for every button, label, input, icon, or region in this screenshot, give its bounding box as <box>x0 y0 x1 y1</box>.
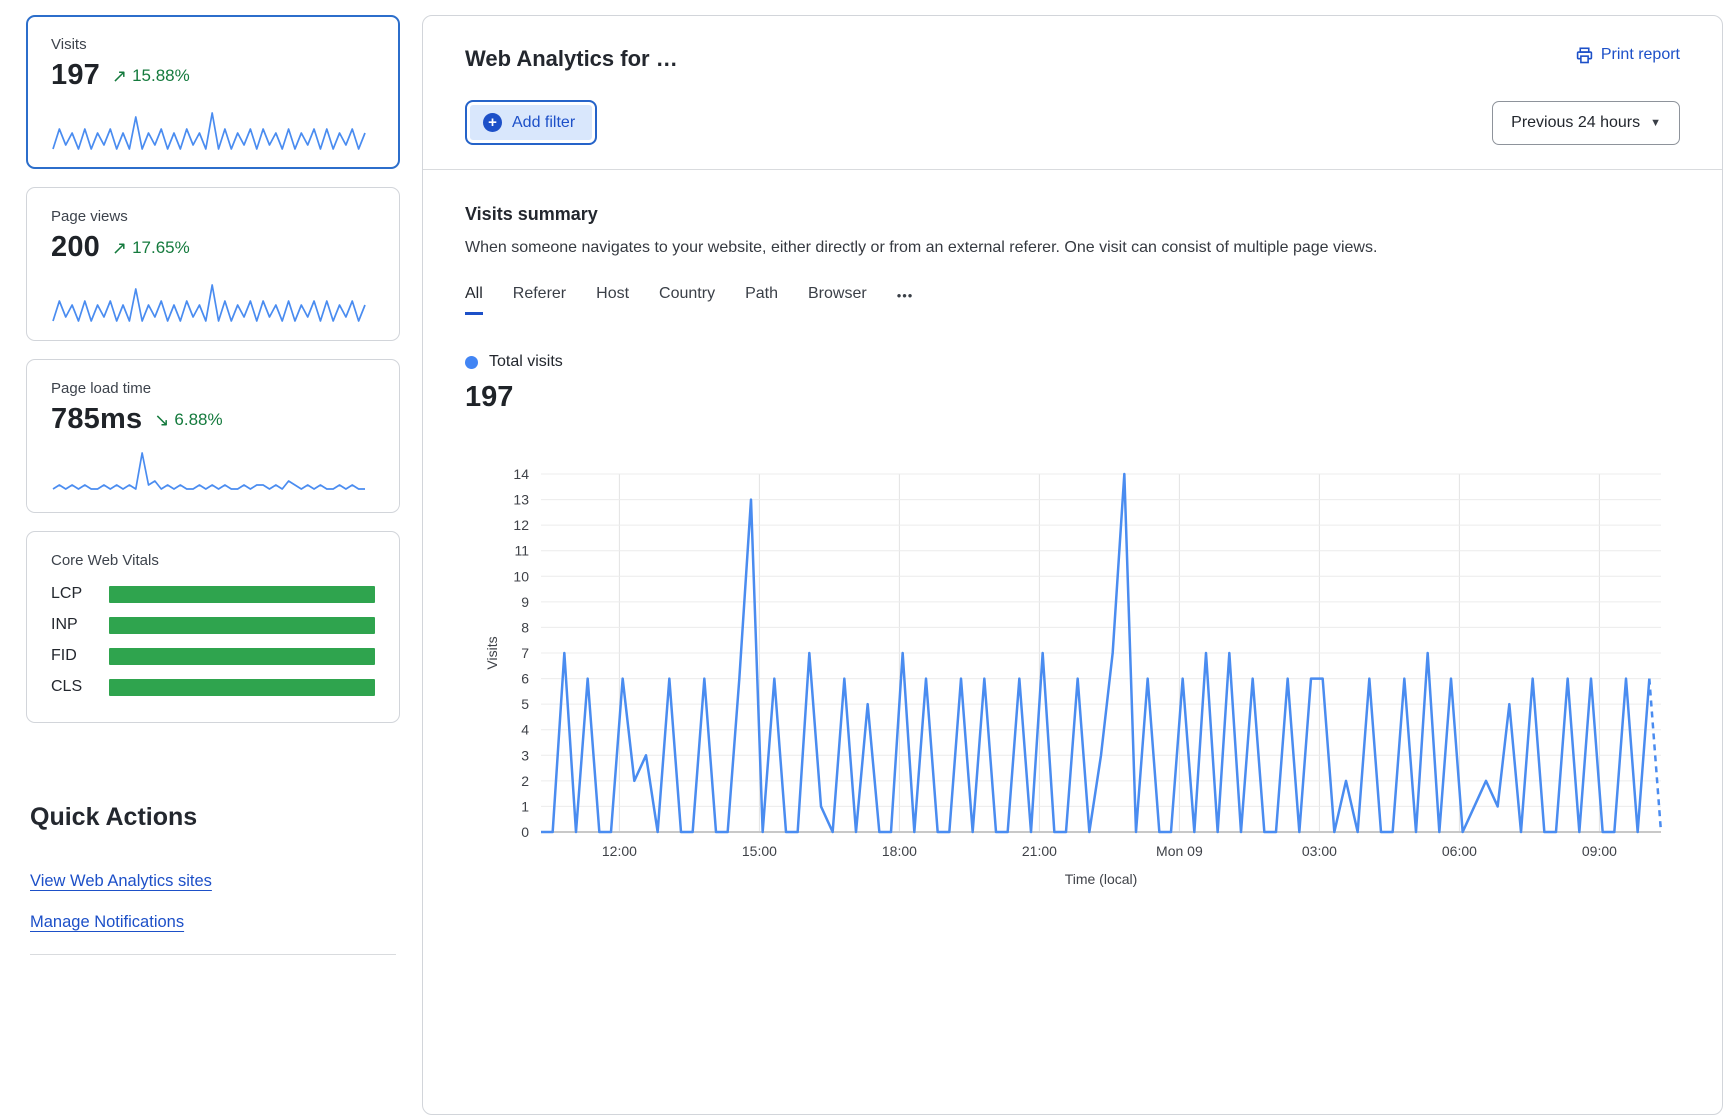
total-visits-value: 197 <box>465 381 1680 414</box>
svg-text:03:00: 03:00 <box>1302 843 1337 859</box>
svg-text:0: 0 <box>521 824 529 840</box>
visits-sparkline-chart <box>51 104 367 152</box>
vitals-row: CLS <box>51 678 375 696</box>
svg-text:Mon 09: Mon 09 <box>1156 843 1203 859</box>
add-filter-button[interactable]: + Add filter <box>465 100 597 145</box>
visits-line-chart: 0123456789101112131412:0015:0018:0021:00… <box>483 458 1673 896</box>
core-web-vitals-card: Core Web Vitals LCP INP FID CLS <box>26 531 400 723</box>
page-load-sparkline-chart <box>51 448 367 496</box>
vitals-row: FID <box>51 647 375 665</box>
metric-value: 200 <box>51 231 100 264</box>
tab-country[interactable]: Country <box>659 285 715 315</box>
svg-text:12:00: 12:00 <box>602 843 637 859</box>
tab-path[interactable]: Path <box>745 285 778 315</box>
vital-label: INP <box>51 616 95 634</box>
vitals-row: LCP <box>51 585 375 603</box>
svg-text:11: 11 <box>514 543 529 559</box>
trend-up-icon: ↗ <box>112 239 127 257</box>
tab-referer[interactable]: Referer <box>513 285 566 315</box>
svg-text:Time (local): Time (local) <box>1065 871 1138 887</box>
svg-text:12: 12 <box>513 517 529 533</box>
metric-card-page-views[interactable]: Page views 200 ↗ 17.65% <box>26 187 400 341</box>
vitals-row: INP <box>51 616 375 634</box>
metric-change: 17.65% <box>132 238 190 258</box>
core-web-vitals-title: Core Web Vitals <box>51 552 375 569</box>
svg-text:1: 1 <box>521 798 529 814</box>
trend-up-icon: ↗ <box>112 67 127 85</box>
print-report-label: Print report <box>1601 46 1680 64</box>
legend-dot-icon <box>465 356 478 369</box>
add-filter-label: Add filter <box>512 114 575 132</box>
svg-text:4: 4 <box>521 722 529 738</box>
metric-card-page-load-time[interactable]: Page load time 785ms ↘ 6.88% <box>26 359 400 513</box>
visits-summary-description: When someone navigates to your website, … <box>465 239 1680 257</box>
metric-change: 15.88% <box>132 66 190 86</box>
page-title: Web Analytics for … <box>465 46 678 72</box>
svg-text:13: 13 <box>513 492 529 508</box>
svg-text:5: 5 <box>521 696 529 712</box>
time-range-label: Previous 24 hours <box>1511 114 1640 132</box>
svg-text:Visits: Visits <box>484 636 500 669</box>
vital-label: FID <box>51 647 95 665</box>
svg-text:7: 7 <box>521 645 529 661</box>
chart-legend: Total visits <box>465 353 1680 371</box>
svg-text:09:00: 09:00 <box>1582 843 1617 859</box>
svg-text:21:00: 21:00 <box>1022 843 1057 859</box>
view-web-analytics-sites-link[interactable]: View Web Analytics sites <box>30 872 212 891</box>
time-range-dropdown[interactable]: Previous 24 hours ▼ <box>1492 101 1680 145</box>
metric-card-visits[interactable]: Visits 197 ↗ 15.88% <box>26 15 400 169</box>
more-tabs-icon[interactable]: ••• <box>897 288 914 312</box>
svg-text:10: 10 <box>513 568 529 584</box>
trend-down-icon: ↘ <box>154 411 169 429</box>
svg-text:3: 3 <box>521 747 529 763</box>
summary-tabs: All Referer Host Country Path Browser ••… <box>465 285 1680 315</box>
svg-text:6: 6 <box>521 671 529 687</box>
metric-label: Page load time <box>51 380 375 397</box>
metric-value: 785ms <box>51 403 142 436</box>
svg-text:9: 9 <box>521 594 529 610</box>
legend-label: Total visits <box>489 353 563 371</box>
visits-chart: 0123456789101112131412:0015:0018:0021:00… <box>483 458 1680 901</box>
vital-bar-good <box>109 617 375 634</box>
chevron-down-icon: ▼ <box>1650 117 1661 129</box>
tab-all[interactable]: All <box>465 285 483 315</box>
svg-text:18:00: 18:00 <box>882 843 917 859</box>
plus-icon: + <box>483 113 502 132</box>
svg-text:14: 14 <box>513 466 529 482</box>
manage-notifications-link[interactable]: Manage Notifications <box>30 913 184 932</box>
sidebar: Visits 197 ↗ 15.88% Page views 200 ↗ 17.… <box>26 15 400 955</box>
metric-change: 6.88% <box>174 410 222 430</box>
visits-summary-title: Visits summary <box>465 204 1680 225</box>
printer-icon <box>1576 47 1593 64</box>
vital-label: CLS <box>51 678 95 696</box>
svg-text:8: 8 <box>521 619 529 635</box>
svg-text:15:00: 15:00 <box>742 843 777 859</box>
vital-bar-good <box>109 586 375 603</box>
page-views-sparkline-chart <box>51 276 367 324</box>
metric-label: Page views <box>51 208 375 225</box>
web-analytics-panel: Web Analytics for … Print report + Add f… <box>422 15 1723 1115</box>
tab-host[interactable]: Host <box>596 285 629 315</box>
svg-text:2: 2 <box>521 773 529 789</box>
print-report-button[interactable]: Print report <box>1576 46 1680 64</box>
metric-label: Visits <box>51 36 375 53</box>
divider <box>30 954 396 955</box>
tab-browser[interactable]: Browser <box>808 285 867 315</box>
vital-label: LCP <box>51 585 95 603</box>
quick-actions-section: Quick Actions View Web Analytics sites M… <box>26 803 400 955</box>
svg-text:06:00: 06:00 <box>1442 843 1477 859</box>
vital-bar-good <box>109 679 375 696</box>
metric-value: 197 <box>51 59 100 92</box>
quick-actions-title: Quick Actions <box>30 803 396 832</box>
vital-bar-good <box>109 648 375 665</box>
